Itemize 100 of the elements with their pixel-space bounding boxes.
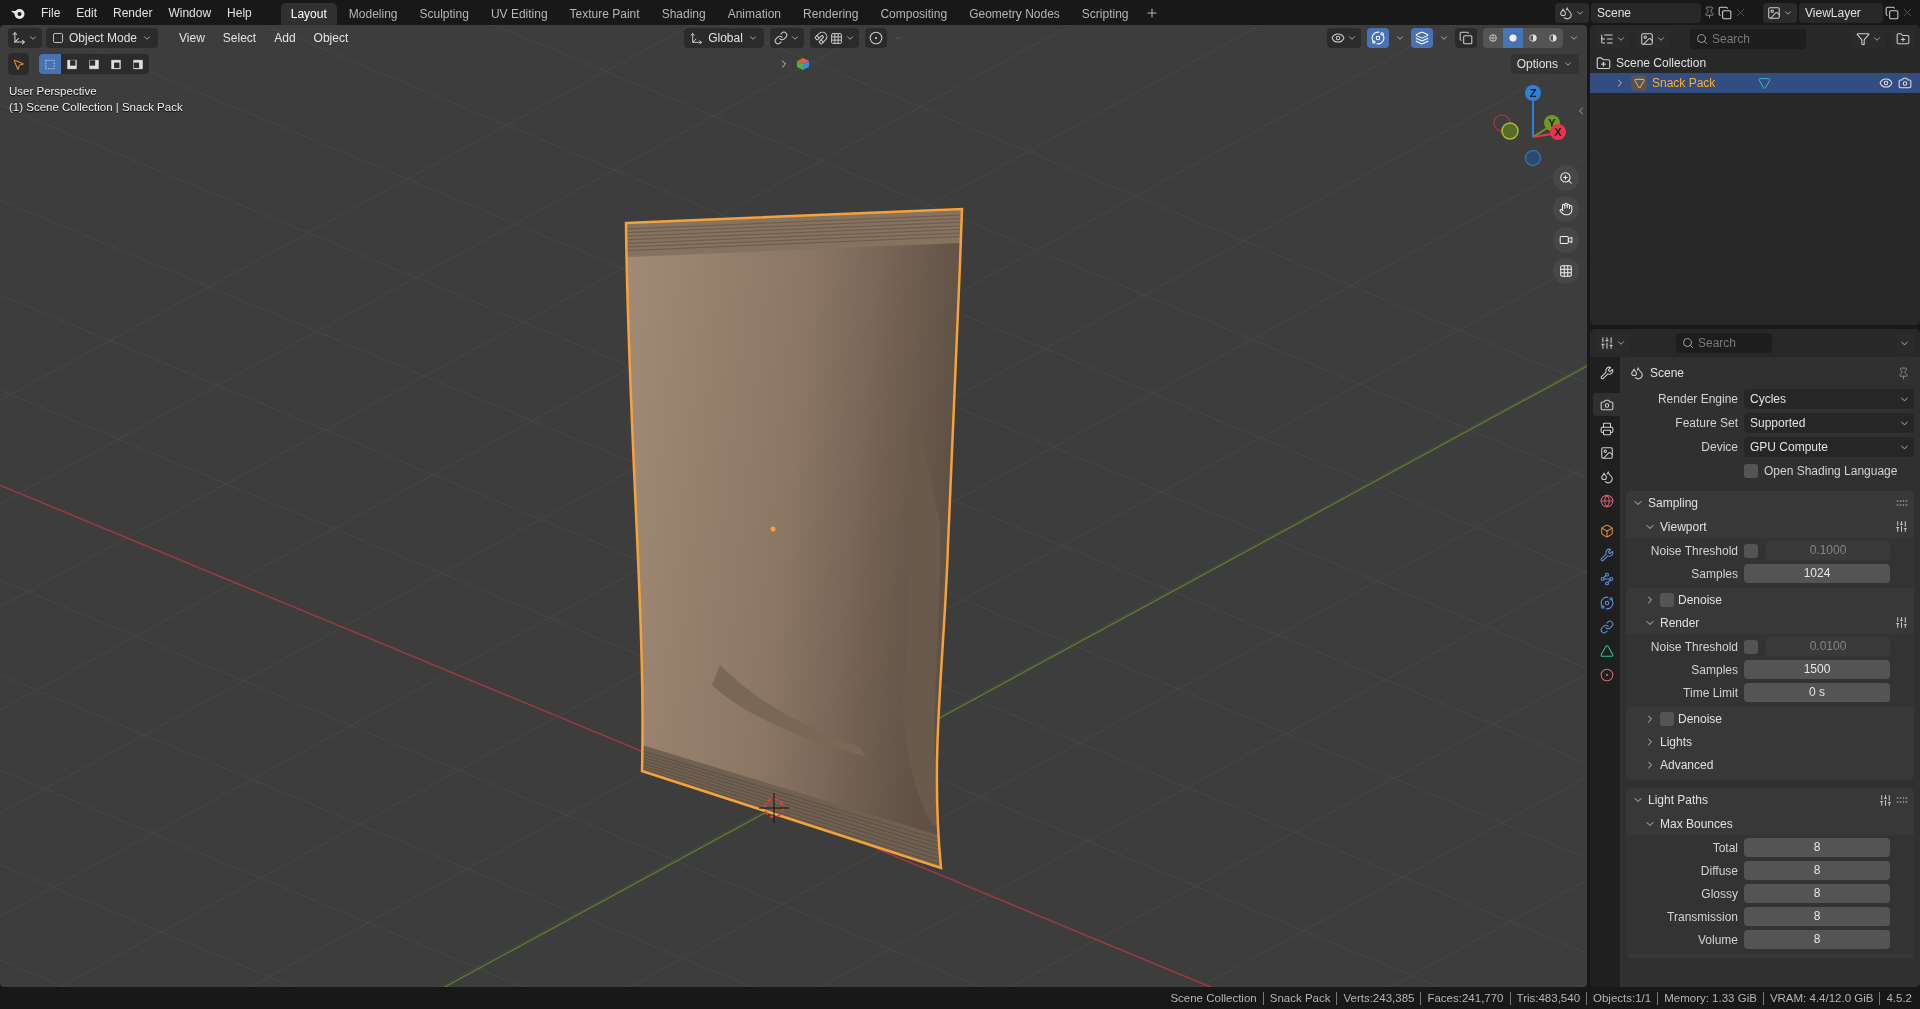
dropdown-field[interactable]: Cycles xyxy=(1744,389,1914,409)
menu-item[interactable]: Help xyxy=(220,2,259,23)
camera-view-button[interactable] xyxy=(1553,227,1579,253)
workspace-tab[interactable]: Compositing xyxy=(870,3,958,25)
dropdown-field[interactable]: GPU Compute xyxy=(1744,437,1914,457)
duplicate-icon[interactable] xyxy=(1718,5,1732,20)
status-text: 4.5.2 xyxy=(1886,992,1912,1004)
outliner-label[interactable]: Scene Collection xyxy=(1616,56,1707,70)
workspace-tab[interactable]: Modeling xyxy=(338,3,408,25)
snap-button[interactable] xyxy=(809,28,859,48)
outliner-label[interactable]: Snack Pack xyxy=(1652,76,1716,90)
workspace-tab[interactable]: Rendering xyxy=(793,3,869,25)
negative-axis-handle[interactable] xyxy=(1493,114,1511,132)
outliner-row[interactable]: Snack Pack xyxy=(1590,73,1920,93)
workspace-tab[interactable]: Sculpting xyxy=(409,3,479,25)
subpanel-title[interactable]: Render xyxy=(1660,615,1891,630)
negative-axis-handle[interactable] xyxy=(1524,149,1542,167)
presets-icon[interactable] xyxy=(1895,520,1908,533)
drag-handle-icon[interactable] xyxy=(1896,796,1908,804)
visibility-button[interactable] xyxy=(1327,28,1361,48)
render-toggle-icon[interactable] xyxy=(1898,76,1912,90)
checkbox-label[interactable]: Open Shading Language xyxy=(1764,464,1898,478)
pan-button[interactable] xyxy=(1553,196,1579,222)
subpanel-title[interactable]: Denoise xyxy=(1678,592,1908,607)
view-layer-name-field[interactable]: ViewLayer xyxy=(1799,2,1883,23)
xray-button[interactable] xyxy=(1455,28,1477,48)
shading-mode-button[interactable] xyxy=(1503,28,1523,48)
scene-selector-button[interactable] xyxy=(1555,2,1589,23)
checkbox[interactable] xyxy=(1660,711,1674,726)
duplicate-icon[interactable] xyxy=(1885,5,1899,20)
pin-icon[interactable] xyxy=(1703,6,1716,19)
panel-title[interactable]: Sampling xyxy=(1648,496,1892,510)
menu-item[interactable]: Render xyxy=(106,2,160,23)
workspace-tab[interactable]: Layout xyxy=(280,3,337,25)
overlay-toggle-button[interactable] xyxy=(1411,28,1433,48)
add-workspace-icon[interactable] xyxy=(1144,5,1159,20)
number-field[interactable]: 8 xyxy=(1744,838,1890,857)
panel-title[interactable]: Light Paths xyxy=(1648,793,1875,807)
selection-square-icon xyxy=(45,57,55,71)
view-layer-selector-button[interactable] xyxy=(1763,2,1797,23)
visibility-icon[interactable] xyxy=(1879,76,1893,90)
search-field[interactable]: Search xyxy=(1676,333,1772,353)
subpanel-title[interactable]: Advanced xyxy=(1660,757,1908,772)
subpanel-title[interactable]: Lights xyxy=(1660,734,1908,749)
options-dropdown[interactable]: Options xyxy=(1510,54,1579,74)
checkbox[interactable] xyxy=(1660,592,1674,607)
negative-axis-handle[interactable] xyxy=(1501,122,1519,140)
number-field[interactable]: 8 xyxy=(1744,884,1890,903)
caret-icon[interactable] xyxy=(1439,33,1449,43)
menu-item[interactable]: Object xyxy=(306,28,356,48)
number-field[interactable]: 1024 xyxy=(1744,564,1890,583)
checkbox[interactable] xyxy=(1744,543,1758,558)
number-field[interactable]: 8 xyxy=(1744,907,1890,926)
pivot-button[interactable] xyxy=(769,28,804,48)
number-field[interactable]: 8 xyxy=(1744,861,1890,880)
axis-handle[interactable] xyxy=(1525,85,1541,101)
menu-item[interactable]: Window xyxy=(161,2,219,23)
caret-icon[interactable] xyxy=(1395,33,1405,43)
proportional-edit-button[interactable] xyxy=(864,28,887,48)
mode-dropdown[interactable]: Object Mode xyxy=(46,28,159,48)
orientation-dropdown[interactable]: Global xyxy=(684,28,764,48)
outliner-row[interactable]: Scene Collection xyxy=(1590,53,1920,73)
menu-item[interactable]: Edit xyxy=(69,2,105,23)
editor-type-button[interactable] xyxy=(8,28,42,48)
scene-name-field[interactable]: Scene xyxy=(1591,2,1701,23)
workspace-tab[interactable]: UV Editing xyxy=(480,3,558,25)
caret-icon[interactable] xyxy=(1569,33,1579,43)
shading-mode-button[interactable] xyxy=(1483,28,1503,48)
number-field[interactable]: 8 xyxy=(1744,930,1890,949)
workspace-tab[interactable]: Geometry Nodes xyxy=(959,3,1070,25)
workspace-tab[interactable]: Texture Paint xyxy=(559,3,650,25)
shading-mode-button[interactable] xyxy=(1523,28,1543,48)
zoom-button[interactable] xyxy=(1553,165,1579,191)
menu-item[interactable]: Select xyxy=(215,28,264,48)
perspective-toggle-button[interactable] xyxy=(1553,258,1579,284)
number-field[interactable]: 1500 xyxy=(1744,660,1890,679)
shading-mode-button[interactable] xyxy=(1543,28,1563,48)
menu-item[interactable]: Add xyxy=(267,28,303,48)
menu-item[interactable]: File xyxy=(34,2,68,23)
select-tool-button[interactable] xyxy=(8,53,29,75)
subpanel-title[interactable]: Denoise xyxy=(1678,711,1908,726)
gizmo-toggle-button[interactable] xyxy=(1367,28,1389,48)
workspace-tab[interactable]: Shading xyxy=(651,3,716,25)
drag-handle-icon[interactable] xyxy=(1896,499,1908,507)
pin-icon[interactable] xyxy=(1897,366,1910,380)
workspace-tab[interactable]: Animation xyxy=(717,3,792,25)
subpanel-title[interactable]: Viewport xyxy=(1660,519,1891,534)
cube-icon[interactable] xyxy=(795,57,810,71)
checkbox[interactable] xyxy=(1744,639,1758,654)
workspace-tab[interactable]: Scripting xyxy=(1071,3,1139,25)
checkbox[interactable] xyxy=(1744,464,1758,478)
dropdown-field[interactable]: Supported xyxy=(1744,413,1914,433)
menu-item[interactable]: View xyxy=(172,28,212,48)
presets-icon[interactable] xyxy=(1895,616,1908,629)
properties-tab[interactable] xyxy=(1593,393,1620,416)
search-field[interactable]: Search xyxy=(1690,29,1806,49)
number-field[interactable]: 0 s xyxy=(1744,683,1890,702)
subpanel-title[interactable]: Max Bounces xyxy=(1660,816,1908,831)
magnet-icon xyxy=(813,31,828,45)
presets-icon[interactable] xyxy=(1879,793,1892,807)
